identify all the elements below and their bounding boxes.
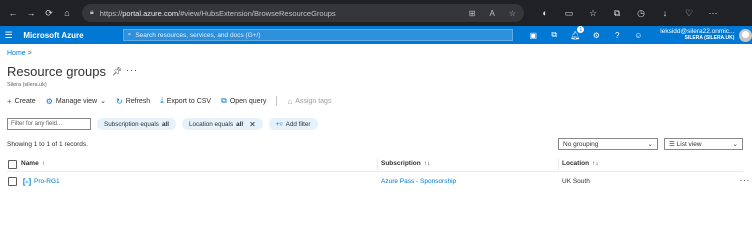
help-icon[interactable]: ? xyxy=(611,29,623,41)
browser-toolbar: ← → ⟳ ⌂ 🔒︎ https://portal.azure.com/#vie… xyxy=(0,0,752,26)
list-view-icon: ☰ xyxy=(669,141,675,148)
record-count: Showing 1 to 1 of 1 records. xyxy=(7,141,88,148)
download-icon: ⤓ xyxy=(160,96,164,105)
refresh-button[interactable]: ↻ Refresh xyxy=(116,97,150,106)
chevron-down-icon: ⌄ xyxy=(100,98,106,105)
breadcrumb-separator: > xyxy=(27,50,32,57)
create-button[interactable]: + Create xyxy=(7,97,36,106)
reload-icon[interactable]: ⟳ xyxy=(42,6,56,20)
cloud-shell-icon[interactable]: ▣ xyxy=(527,29,539,41)
gear-icon: ⚙ xyxy=(45,96,53,106)
favorites-icon[interactable]: ☆ xyxy=(586,6,600,20)
filter-input[interactable]: Filter for any field... xyxy=(7,118,91,130)
column-header-subscription[interactable]: Subscription ↑↓ xyxy=(381,160,430,167)
sort-icon: ↑↓ xyxy=(423,160,431,167)
tag-icon: ⌂ xyxy=(287,96,293,106)
lock-icon: 🔒︎ xyxy=(90,9,94,16)
home-icon[interactable]: ⌂ xyxy=(60,6,74,20)
notification-badge: 1 xyxy=(577,26,585,33)
command-bar: + Create ⚙ Manage view ⌄ ↻ Refresh ⤓ Exp… xyxy=(7,96,331,106)
app-available-icon[interactable]: ⊞ xyxy=(469,9,476,18)
row-checkbox[interactable] xyxy=(8,177,17,186)
browser-more-icon[interactable]: ⋯ xyxy=(706,6,720,20)
page-subtitle: Silera (silera.uk) xyxy=(7,82,47,88)
export-csv-button[interactable]: ⤓ Export to CSV xyxy=(160,96,211,106)
page-title: Resource groups xyxy=(7,64,106,79)
extension-icon[interactable]: ◐ xyxy=(538,6,552,20)
url-text: https://portal.azure.com/#view/HubsExten… xyxy=(99,8,336,18)
resource-group-name-link[interactable]: Pro-RG1 xyxy=(34,178,60,185)
split-screen-icon[interactable]: ▭ xyxy=(562,6,576,20)
add-filter-icon: +▿ xyxy=(275,120,283,128)
chevron-down-icon: ⌄ xyxy=(647,141,653,148)
account-info[interactable]: leksidd@silera22.onmic... SILERA (SILERA… xyxy=(660,28,735,41)
search-icon: ⌕ xyxy=(127,31,132,38)
manage-view-button[interactable]: ⚙ Manage view ⌄ xyxy=(46,97,106,106)
global-search-input[interactable]: ⌕ Search resources, services, and docs (… xyxy=(122,29,514,41)
downloads-icon[interactable]: ↓ xyxy=(658,6,672,20)
location-cell: UK South xyxy=(562,178,590,185)
azure-brand[interactable]: Microsoft Azure xyxy=(23,31,100,40)
search-placeholder: Search resources, services, and docs (G+… xyxy=(135,31,261,39)
feedback-icon[interactable]: ☺ xyxy=(632,29,644,41)
notifications-icon[interactable]: 🔔︎ 1 xyxy=(569,26,585,41)
favorite-star-icon[interactable]: ☆ xyxy=(509,9,516,18)
subscription-link[interactable]: Azure Pass - Sponsorship xyxy=(381,178,456,185)
subscription-filter-pill[interactable]: Subscription equals all xyxy=(97,118,176,130)
location-filter-pill[interactable]: Location equals all ✕ xyxy=(181,118,263,130)
column-header-name[interactable]: Name ↑ xyxy=(21,160,45,167)
forward-icon[interactable]: → xyxy=(24,6,38,20)
query-icon: ⧉ xyxy=(221,96,227,105)
close-icon[interactable]: ✕ xyxy=(249,120,256,129)
column-divider[interactable] xyxy=(558,158,559,170)
collections-icon[interactable]: ⧉ xyxy=(610,6,624,20)
add-filter-button[interactable]: +▿ Add filter xyxy=(268,118,318,130)
toolbar-divider xyxy=(276,96,278,106)
assign-tags-button[interactable]: ⌂ Assign tags xyxy=(287,97,331,106)
hamburger-menu-icon[interactable]: ☰ xyxy=(0,30,17,41)
filter-row: Filter for any field... Subscription equ… xyxy=(7,118,318,130)
chevron-down-icon: ⌄ xyxy=(732,141,738,148)
read-aloud-icon[interactable]: A xyxy=(489,9,494,18)
table-header: Name ↑ Subscription ↑↓ Location ↑↓ xyxy=(7,156,743,172)
back-icon[interactable]: ← xyxy=(6,6,20,20)
user-tenant: SILERA (SILERA.UK) xyxy=(684,34,735,41)
resource-group-icon xyxy=(23,178,31,186)
breadcrumb: Home > xyxy=(7,50,32,57)
directory-filter-icon[interactable]: ⧉ xyxy=(548,29,560,41)
open-query-button[interactable]: ⧉ Open query xyxy=(221,96,266,106)
select-all-checkbox[interactable] xyxy=(8,160,17,169)
table-row[interactable]: Pro-RG1 Azure Pass - Sponsorship UK Sout… xyxy=(7,174,752,190)
settings-gear-icon[interactable]: ⚙ xyxy=(590,29,602,41)
plus-icon: + xyxy=(7,96,12,106)
grouping-select[interactable]: No grouping ⌄ xyxy=(558,138,658,150)
avatar[interactable] xyxy=(739,28,752,42)
view-select[interactable]: ☰ List view ⌄ xyxy=(664,138,743,150)
column-header-location[interactable]: Location ↑↓ xyxy=(562,160,599,167)
address-bar[interactable]: 🔒︎ https://portal.azure.com/#view/HubsEx… xyxy=(82,4,524,22)
pin-icon[interactable]: 📌︎ xyxy=(112,67,122,76)
heart-icon[interactable]: ♡ xyxy=(682,6,696,20)
sort-asc-icon: ↑ xyxy=(41,160,45,167)
sort-icon: ↑↓ xyxy=(592,160,599,167)
row-more-icon[interactable]: ··· xyxy=(740,175,751,185)
column-divider[interactable] xyxy=(377,158,378,170)
history-icon[interactable]: ◷ xyxy=(634,6,648,20)
breadcrumb-home-link[interactable]: Home xyxy=(7,50,26,57)
title-more-icon[interactable]: ··· xyxy=(126,65,138,75)
refresh-icon: ↻ xyxy=(115,96,123,106)
azure-header: ☰ Microsoft Azure ⌕ Search resources, se… xyxy=(0,26,752,44)
